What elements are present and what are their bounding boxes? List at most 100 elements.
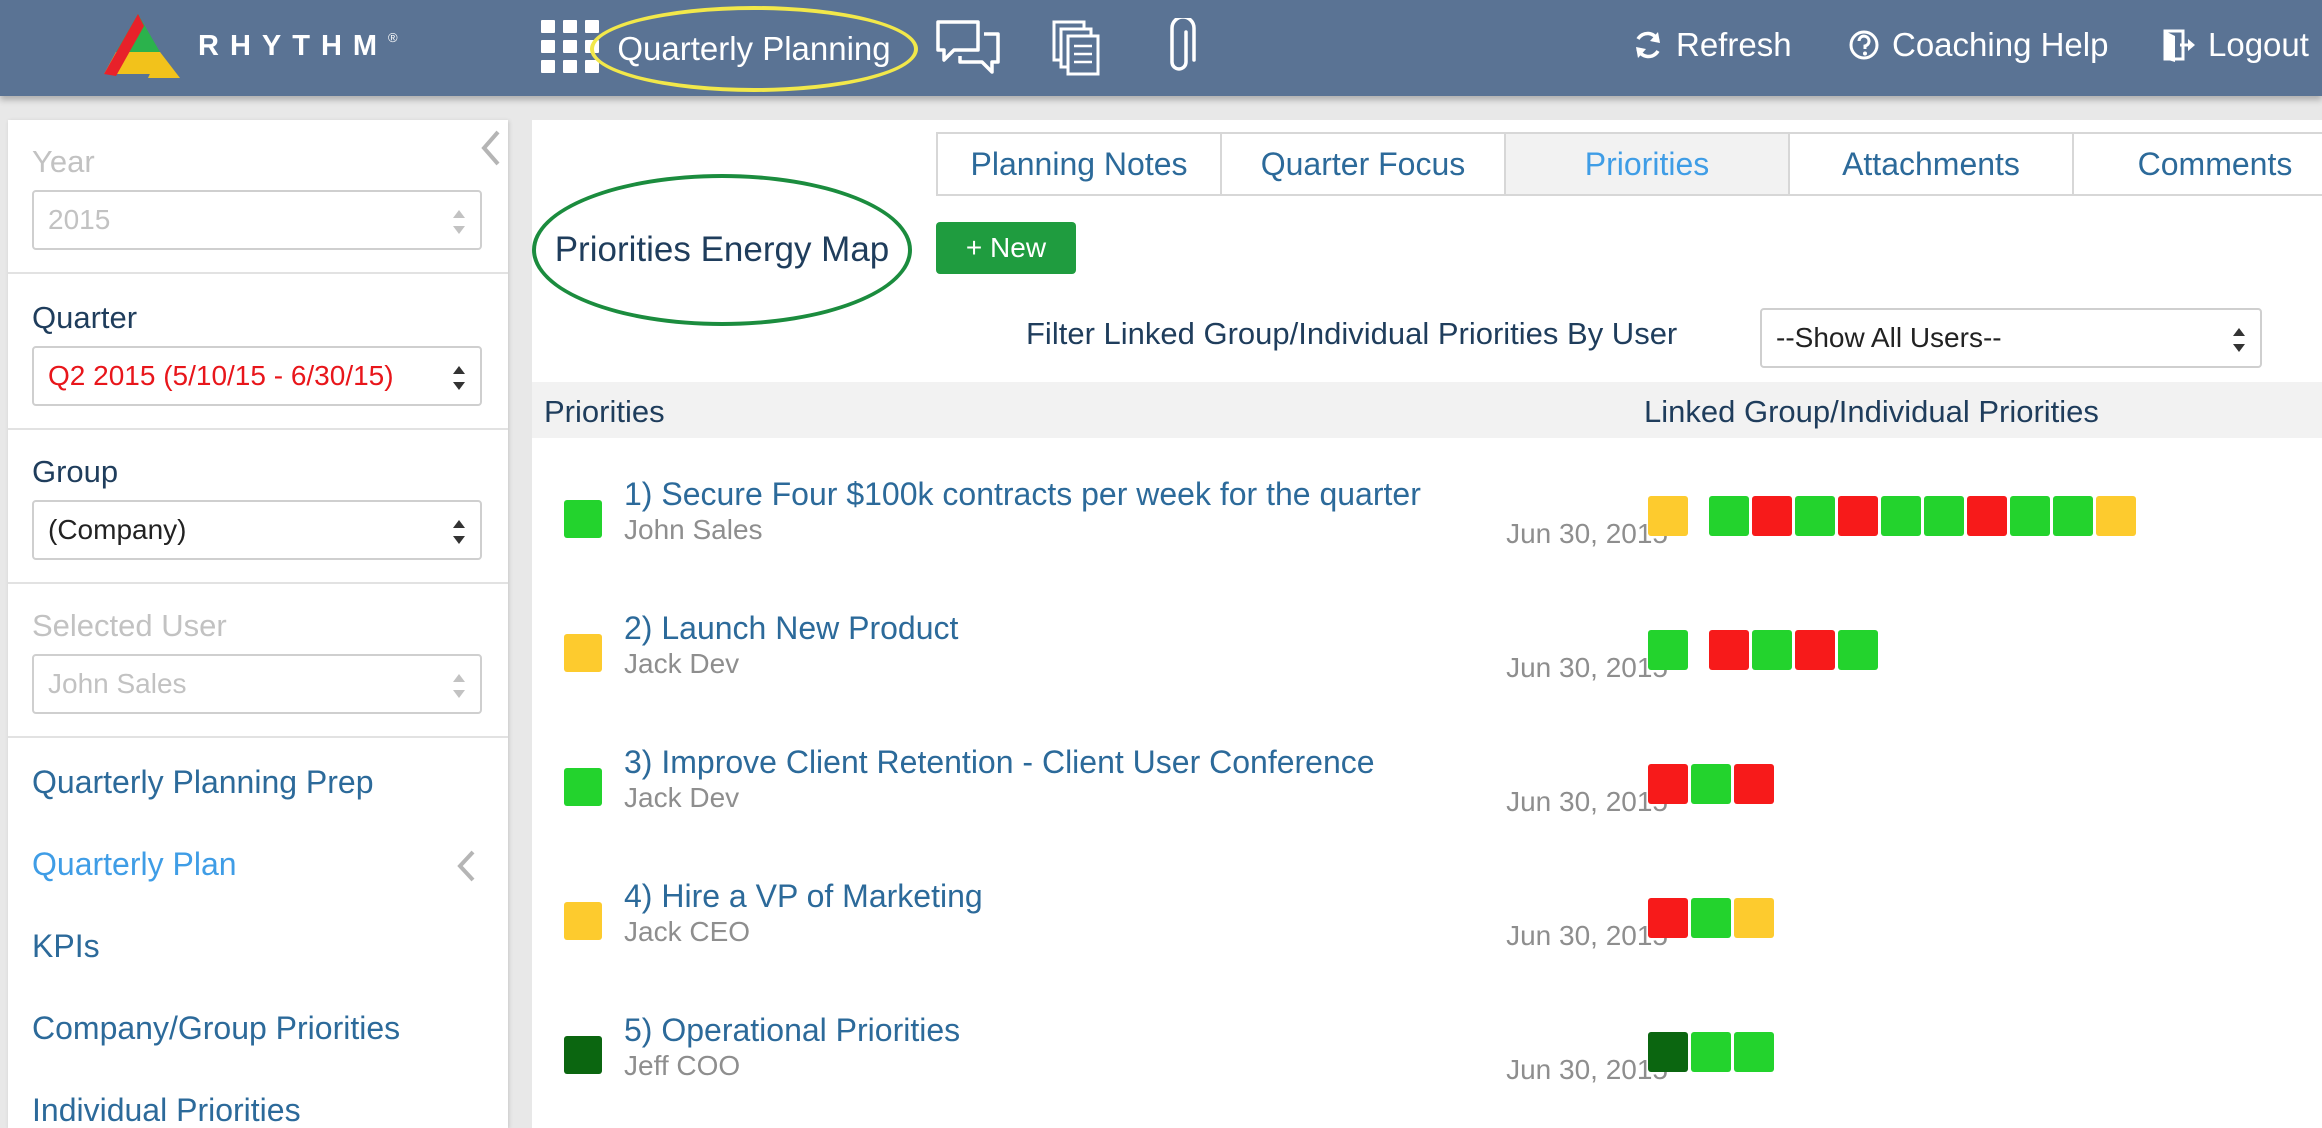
documents-icon[interactable] [1050,18,1102,78]
year-section: Year 2015 [8,120,508,274]
priority-row[interactable]: 4) Hire a VP of Marketing Jack CEO Jun 30,… [532,858,2322,992]
linked-priority-square[interactable] [1967,496,2007,536]
quarter-label: Quarter [32,300,138,335]
priority-title-link[interactable]: 5) Operational Priorities [624,1012,960,1049]
new-priority-button[interactable]: + New [936,222,1076,274]
linked-priority-square[interactable] [1752,496,1792,536]
group-section: Group (Company) [8,430,508,584]
tab-quarter-focus[interactable]: Quarter Focus [1220,132,1506,196]
priority-owner: Jack CEO [624,916,751,947]
priority-title-link[interactable]: 3) Improve Client Retention - Client Use… [624,744,1375,781]
priority-row[interactable]: 1) Secure Four $100k contracts per week … [532,456,2322,590]
linked-priority-square[interactable] [1691,1032,1731,1072]
linked-priority-square[interactable] [1691,764,1731,804]
tab-priorities[interactable]: Priorities [1504,132,1790,196]
linked-priority-square[interactable] [1709,496,1749,536]
priority-status-indicator [564,634,602,672]
priority-due-date: Jun 30, 2015 [1506,518,1668,549]
priority-row[interactable]: 3) Improve Client Retention - Client Use… [532,724,2322,858]
nav-quarterly-plan[interactable]: Quarterly Plan [32,846,237,883]
filter-user-select[interactable]: --Show All Users-- [1760,308,2262,368]
linked-priority-square[interactable] [1795,630,1835,670]
brand-name: RHYTHM® [198,30,398,62]
refresh-icon [1636,31,1660,59]
group-select[interactable]: (Company) [32,500,482,560]
logout-button[interactable]: Logout [2162,26,2309,64]
linked-priority-square[interactable] [1838,630,1878,670]
priority-status-indicator [564,902,602,940]
priority-owner: Jack Dev [624,782,740,813]
tab-comments[interactable]: Comments [2072,132,2322,196]
filter-label: Filter Linked Group/Individual Prioritie… [1026,316,1678,351]
nav-individual-priorities[interactable]: Individual Priorities [32,1092,301,1128]
priority-title-link[interactable]: 2) Launch New Product [624,610,958,647]
chat-bubbles-icon[interactable] [934,18,1002,76]
paperclip-icon[interactable] [1162,18,1198,78]
linked-priority-square[interactable] [1795,496,1835,536]
refresh-button[interactable]: Refresh [1632,26,1792,64]
rhythm-logo-icon[interactable] [98,12,180,82]
priority-row[interactable]: 2) Launch New Product Jack Dev Jun 30, 201… [532,590,2322,724]
linked-priority-square[interactable] [1709,630,1749,670]
priority-status-indicator [564,768,602,806]
linked-priority-square[interactable] [1648,764,1688,804]
year-label: Year [32,144,95,179]
linked-priority-square[interactable] [2096,496,2136,536]
linked-priority-square[interactable] [1691,898,1731,938]
col-priorities-header: Priorities [544,394,665,429]
nav-quarterly-planning-prep[interactable]: Quarterly Planning Prep [32,764,374,801]
col-linked-header: Linked Group/Individual Priorities [1644,394,2099,429]
nav-kpis[interactable]: KPIs [32,928,100,965]
tab-attachments[interactable]: Attachments [1788,132,2074,196]
linked-priority-square[interactable] [1881,496,1921,536]
priority-due-date: Jun 30, 2015 [1506,652,1668,683]
select-arrows-icon [453,520,465,544]
select-arrows-icon [453,674,465,698]
linked-priority-square[interactable] [1734,764,1774,804]
linked-priority-square[interactable] [1734,898,1774,938]
coaching-help-button[interactable]: Coaching Help [1848,26,2108,64]
main-panel: Planning Notes Quarter Focus Priorities … [532,120,2322,1128]
linked-priority-square[interactable] [1734,1032,1774,1072]
selected-user-label: Selected User [32,608,227,643]
linked-priority-square[interactable] [1924,496,1964,536]
select-arrows-icon [453,210,465,234]
priority-owner: John Sales [624,514,763,545]
select-arrows-icon [2233,328,2245,352]
logout-door-icon [2163,29,2195,62]
page-title: Quarterly Planning [590,6,918,92]
priority-due-date: Jun 30, 2015 [1506,1054,1668,1085]
linked-priority-square[interactable] [2010,496,2050,536]
linked-priority-square[interactable] [1648,496,1688,536]
tab-planning-notes[interactable]: Planning Notes [936,132,1222,196]
sidebar: Year 2015 Quarter Q2 2015 (5/10/15 - 6/3… [8,120,508,1128]
priority-status-indicator [564,500,602,538]
selected-user-section: Selected User John Sales [8,584,508,738]
year-select: 2015 [32,190,482,250]
section-title: Priorities Energy Map [532,174,912,326]
nav-company-group-priorities[interactable]: Company/Group Priorities [32,1010,400,1047]
linked-priority-square[interactable] [1648,1032,1688,1072]
top-bar: RHYTHM® Quarterly Planning Refresh Coach… [0,0,2322,96]
linked-priority-square[interactable] [1752,630,1792,670]
priority-title-link[interactable]: 1) Secure Four $100k contracts per week … [624,476,1421,513]
priorities-list-header: Priorities Linked Group/Individual Prior… [532,382,2322,438]
group-label: Group [32,454,119,489]
priority-due-date: Jun 30, 2015 [1506,786,1668,817]
priority-owner: Jeff COO [624,1050,741,1081]
linked-priority-square[interactable] [1838,496,1878,536]
priority-due-date: Jun 30, 2015 [1506,920,1668,951]
priority-status-indicator [564,1036,602,1074]
linked-priority-square[interactable] [1648,630,1688,670]
priority-owner: Jack Dev [624,648,740,679]
quarter-section: Quarter Q2 2015 (5/10/15 - 6/30/15) [8,274,508,430]
linked-priority-square[interactable] [1648,898,1688,938]
priority-row[interactable]: 5) Operational Priorities Jeff COO Jun 30,… [532,992,2322,1126]
linked-priority-square[interactable] [2053,496,2093,536]
priority-title-link[interactable]: 4) Hire a VP of Marketing [624,878,983,915]
question-circle-icon [1849,30,1879,60]
quarter-select[interactable]: Q2 2015 (5/10/15 - 6/30/15) [32,346,482,406]
select-arrows-icon [453,366,465,390]
submenu-chevron-left-icon[interactable] [454,848,478,884]
selected-user-select: John Sales [32,654,482,714]
